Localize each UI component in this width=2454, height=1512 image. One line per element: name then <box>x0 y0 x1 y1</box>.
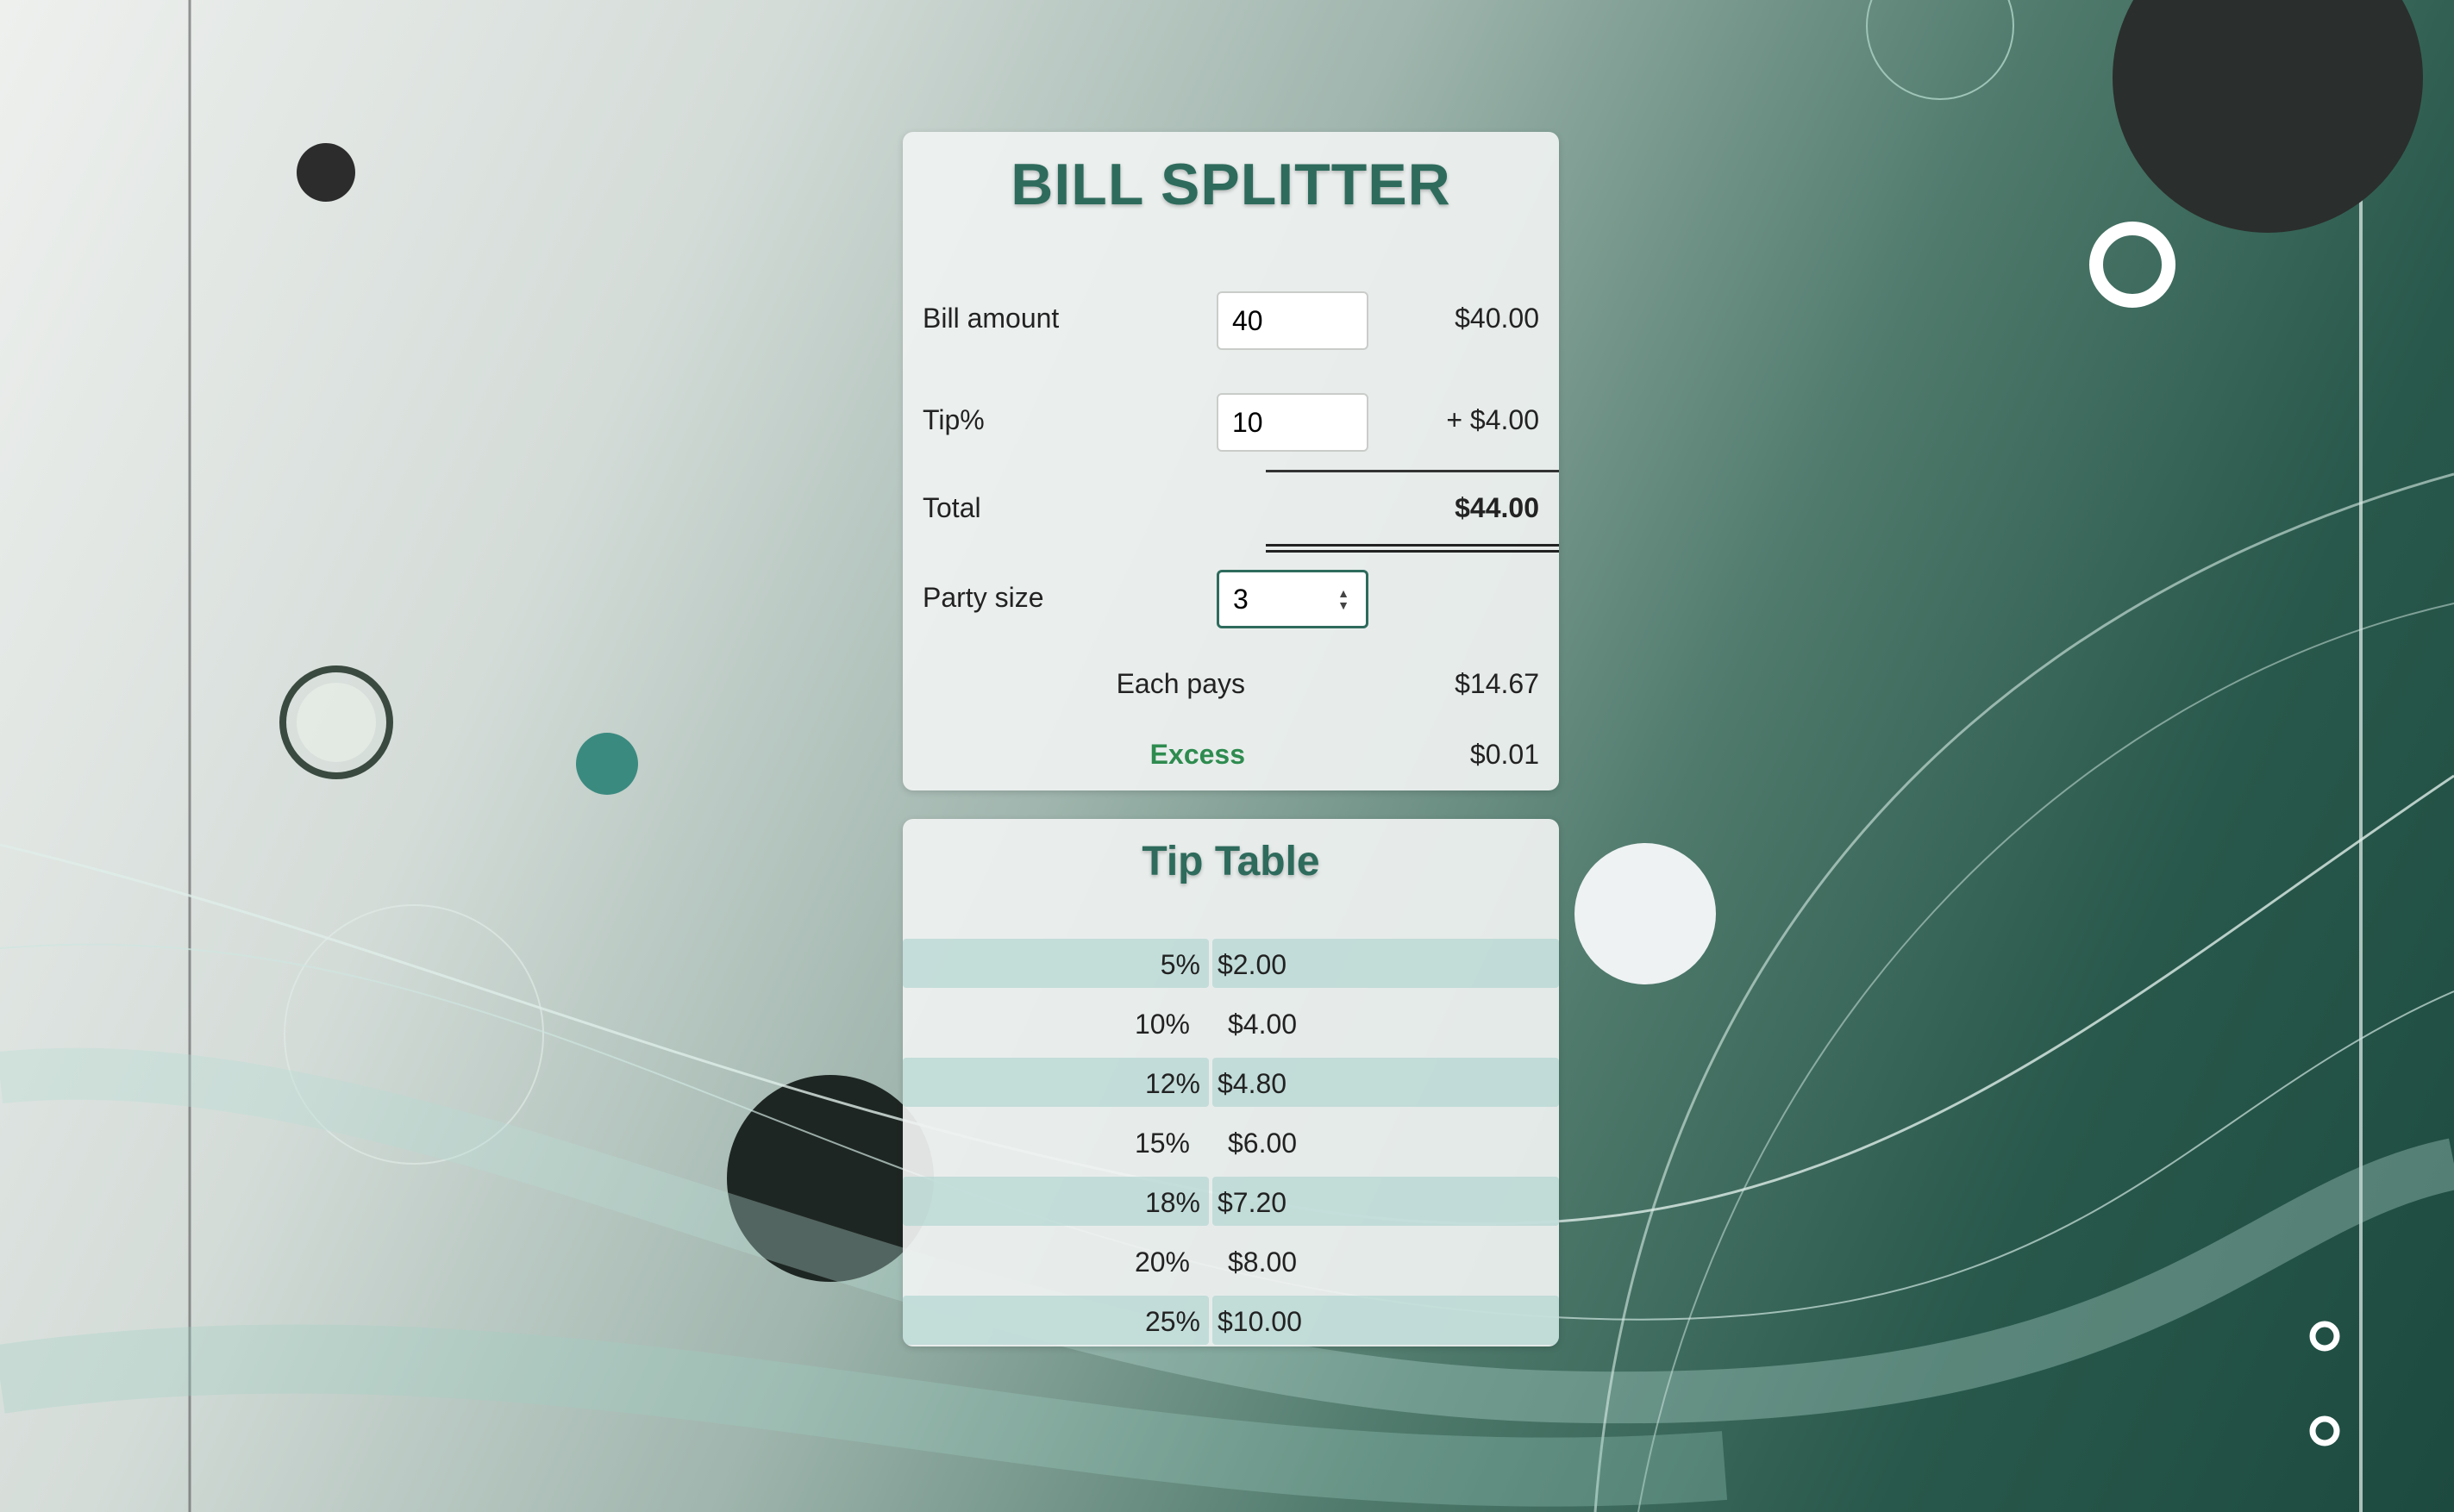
tip-table-title: Tip Table <box>1142 839 1320 884</box>
bill-splitter-panel: BILL SPLITTER Bill amount $40.00 Tip% + … <box>903 132 1559 790</box>
total-display: $44.00 <box>1455 492 1539 523</box>
total-rule-top <box>1266 544 1559 547</box>
tip-table-row: 18% $7.20 <box>903 1177 1559 1226</box>
tip-amount-display: + $4.00 <box>1446 404 1539 435</box>
tip-percent-cell: 5% <box>1160 949 1200 980</box>
tip-percent-cell: 10% <box>1134 1009 1190 1040</box>
tip-table-panel: Tip Table 5% $2.00 10% $4.00 12% $4.80 1… <box>903 819 1559 1346</box>
each-pays-label: Each pays <box>1116 668 1245 699</box>
tip-percent-cell: 15% <box>1134 1128 1190 1159</box>
bill-amount-input[interactable] <box>1217 291 1368 350</box>
tip-percent-input[interactable] <box>1217 393 1368 452</box>
tip-table-row: 10% $4.00 <box>903 998 1559 1047</box>
tip-amount-cell: $7.20 <box>1218 1187 1287 1218</box>
tip-amount-cell: $6.00 <box>1228 1128 1298 1159</box>
tip-table-row: 12% $4.80 <box>903 1058 1559 1107</box>
stepper-down-icon[interactable]: ▼ <box>1337 599 1349 611</box>
tip-percent-cell: 12% <box>1144 1068 1200 1099</box>
total-rule-bottom <box>1266 550 1559 553</box>
tip-amount-cell: $2.00 <box>1218 949 1287 980</box>
tip-amount-cell: $4.80 <box>1218 1068 1287 1099</box>
tip-table-row: 20% $8.00 <box>903 1236 1559 1285</box>
tip-table-row: 15% $6.00 <box>903 1117 1559 1166</box>
excess-display: $0.01 <box>1469 739 1539 770</box>
party-size-label: Party size <box>923 582 1044 613</box>
bill-amount-label: Bill amount <box>923 303 1060 334</box>
tip-percent-cell: 25% <box>1144 1306 1200 1337</box>
tip-table-row: 25% $10.00 <box>903 1296 1559 1345</box>
tip-amount-cell: $4.00 <box>1228 1009 1298 1040</box>
tip-percent-cell: 20% <box>1134 1246 1190 1278</box>
tip-amount-cell: $8.00 <box>1228 1246 1298 1278</box>
party-size-stepper[interactable]: ▲ ▼ <box>1334 584 1353 615</box>
subtotal-rule <box>1266 470 1559 472</box>
tip-table-row: 5% $2.00 <box>903 939 1559 988</box>
stepper-up-icon[interactable]: ▲ <box>1337 587 1349 599</box>
bill-amount-display: $40.00 <box>1455 303 1539 334</box>
app-title: BILL SPLITTER <box>1011 152 1451 217</box>
each-pays-display: $14.67 <box>1455 668 1539 699</box>
tip-percent-label: Tip% <box>923 404 985 435</box>
tip-amount-cell: $10.00 <box>1218 1306 1302 1337</box>
excess-label: Excess <box>1149 739 1245 770</box>
tip-percent-cell: 18% <box>1144 1187 1200 1218</box>
total-label: Total <box>923 492 981 523</box>
